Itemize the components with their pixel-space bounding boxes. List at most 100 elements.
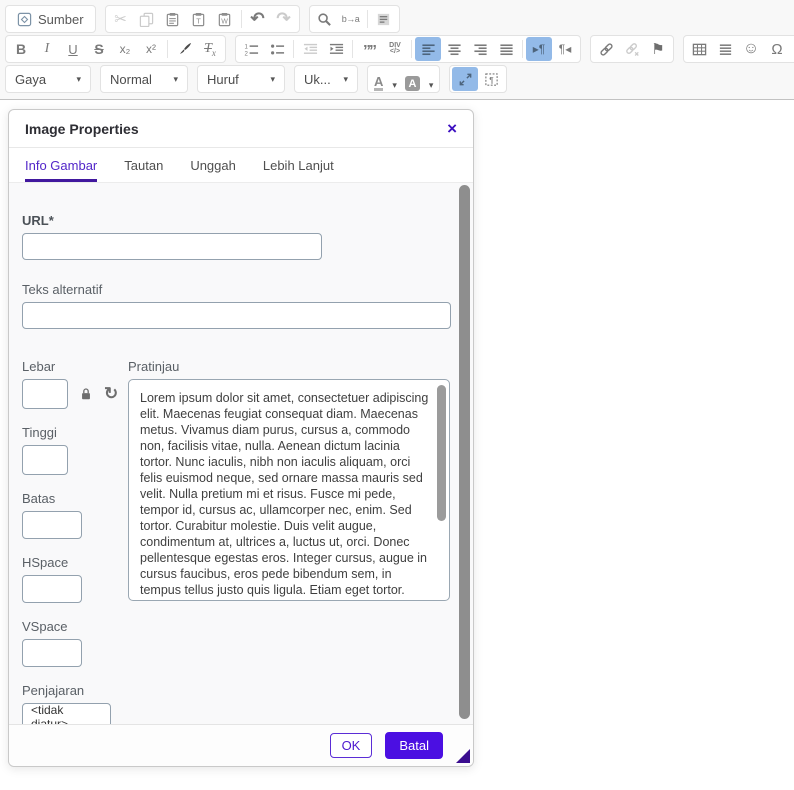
- bulleted-list-icon: [270, 42, 285, 57]
- ltr-icon: ▸¶: [532, 42, 546, 56]
- div-container-button[interactable]: DIV </>: [382, 37, 408, 61]
- subscript-icon: x₂: [119, 42, 131, 56]
- font-combo[interactable]: Huruf ▾: [197, 65, 285, 93]
- height-label: Tinggi: [22, 425, 57, 440]
- maximize-icon: [458, 72, 473, 87]
- paste-button[interactable]: [160, 7, 186, 31]
- preview-scrollbar[interactable]: [437, 385, 446, 521]
- tab-lebih-lanjut[interactable]: Lebih Lanjut: [263, 158, 334, 182]
- chevron-down-icon: ▾: [392, 80, 397, 90]
- paste-from-word-button[interactable]: [212, 7, 238, 31]
- anchor-button[interactable]: ⚑: [645, 37, 671, 61]
- width-input[interactable]: [22, 379, 68, 409]
- lock-ratio-button[interactable]: [79, 387, 93, 401]
- numbered-list-button[interactable]: [238, 37, 264, 61]
- styles-combo-label: Gaya: [15, 71, 47, 87]
- width-field-group: Lebar ↻: [22, 359, 128, 409]
- redo-button[interactable]: ↷: [271, 7, 297, 31]
- copy-formatting-button[interactable]: [171, 37, 197, 61]
- reset-size-button[interactable]: ↻: [104, 384, 119, 403]
- text-color-button[interactable]: A ▾: [370, 67, 401, 91]
- ok-button[interactable]: OK: [329, 733, 373, 758]
- dialog-body: URL* Teks alternatif Lebar ↻ Tinggi Bata…: [9, 182, 473, 724]
- select-all-button[interactable]: [371, 7, 397, 31]
- undo-button[interactable]: ↶: [245, 7, 271, 31]
- superscript-button[interactable]: x²: [138, 37, 164, 61]
- smiley-button[interactable]: ☺: [738, 37, 764, 61]
- dialog-footer: OK Batal: [9, 724, 473, 766]
- align-right-button[interactable]: [467, 37, 493, 61]
- redo-icon: ↷: [276, 9, 291, 28]
- blockquote-button[interactable]: ””: [356, 37, 382, 61]
- alignment-select[interactable]: <tidak diatur>: [22, 703, 111, 724]
- separator: [411, 40, 412, 58]
- border-input[interactable]: [22, 511, 82, 539]
- bold-button[interactable]: B: [8, 37, 34, 61]
- insert-table-button[interactable]: [686, 37, 712, 61]
- source-button[interactable]: Sumber: [8, 7, 93, 31]
- replace-button[interactable]: b→a: [338, 7, 364, 31]
- border-field-group: Batas: [22, 491, 128, 539]
- alignment-label: Penjajaran: [22, 683, 85, 698]
- preview-text: Lorem ipsum dolor sit amet, consectetuer…: [140, 391, 429, 600]
- dimensions-column: Lebar ↻ Tinggi Batas HSpace VSpace Penja…: [22, 359, 128, 724]
- page-break-button[interactable]: [790, 37, 794, 61]
- italic-button[interactable]: I: [34, 37, 60, 61]
- cancel-button[interactable]: Batal: [385, 732, 443, 759]
- tab-tautan[interactable]: Tautan: [124, 158, 163, 182]
- format-combo[interactable]: Normal ▾: [100, 65, 188, 93]
- align-center-button[interactable]: [441, 37, 467, 61]
- url-input[interactable]: [22, 233, 322, 260]
- size-combo[interactable]: Uk... ▾: [294, 65, 358, 93]
- background-color-icon: A: [404, 76, 420, 91]
- copy-button[interactable]: [134, 7, 160, 31]
- underline-button[interactable]: U: [60, 37, 86, 61]
- height-input[interactable]: [22, 445, 68, 475]
- close-icon[interactable]: ×: [447, 120, 457, 137]
- smiley-icon: ☺: [742, 40, 760, 57]
- separator: [167, 40, 168, 58]
- dialog-header: Image Properties ×: [9, 110, 473, 148]
- tab-info-gambar[interactable]: Info Gambar: [25, 158, 98, 182]
- find-button[interactable]: [312, 7, 338, 31]
- align-left-button[interactable]: [415, 37, 441, 61]
- indent-icon: [329, 42, 344, 57]
- text-direction-rtl-button[interactable]: ¶◂: [552, 37, 578, 61]
- decrease-indent-button[interactable]: [297, 37, 323, 61]
- special-character-button[interactable]: Ω: [764, 37, 790, 61]
- link-button[interactable]: [593, 37, 619, 61]
- rich-text-editor: Sumber ✂ ↶ ↷ b→a B I U S x₂ x² Tx ”” DIV…: [0, 0, 794, 790]
- unlink-button[interactable]: [619, 37, 645, 61]
- table-icon: [692, 42, 707, 57]
- increase-indent-button[interactable]: [323, 37, 349, 61]
- remove-format-button[interactable]: Tx: [197, 37, 223, 61]
- find-group: b→a: [308, 5, 400, 33]
- outdent-icon: [303, 42, 318, 57]
- hspace-input[interactable]: [22, 575, 82, 603]
- paste-as-text-button[interactable]: [186, 7, 212, 31]
- maximize-button[interactable]: [452, 67, 479, 91]
- dialog-resize-handle[interactable]: [456, 749, 470, 763]
- text-direction-ltr-button[interactable]: ▸¶: [526, 37, 552, 61]
- subscript-button[interactable]: x₂: [112, 37, 138, 61]
- strikethrough-button[interactable]: S: [86, 37, 112, 61]
- reset-icon: ↻: [104, 384, 119, 403]
- editor-toolbar: Sumber ✂ ↶ ↷ b→a B I U S x₂ x² Tx ”” DIV…: [0, 0, 794, 100]
- editor-content-area[interactable]: Image Properties × Info Gambar Tautan Un…: [0, 100, 794, 790]
- tab-unggah[interactable]: Unggah: [190, 158, 236, 182]
- background-color-button[interactable]: A ▾: [401, 67, 438, 91]
- align-justify-button[interactable]: [493, 37, 519, 61]
- styles-combo[interactable]: Gaya ▾: [5, 65, 91, 93]
- format-combo-label: Normal: [110, 71, 152, 87]
- alt-text-input[interactable]: [22, 302, 451, 329]
- dialog-tabs: Info Gambar Tautan Unggah Lebih Lanjut: [9, 148, 473, 182]
- dialog-scrollbar[interactable]: [459, 185, 470, 719]
- blockquote-icon: ””: [363, 43, 377, 60]
- basicstyles-group: B I U S x₂ x² Tx: [5, 35, 226, 63]
- vspace-input[interactable]: [22, 639, 82, 667]
- horizontal-rule-button[interactable]: [712, 37, 738, 61]
- bulleted-list-button[interactable]: [264, 37, 290, 61]
- show-blocks-button[interactable]: [478, 67, 504, 91]
- toolbar-row-2: B I U S x₂ x² Tx ”” DIV </> ▸¶ ¶◂ ⚑ ☺ Ω: [3, 34, 794, 64]
- cut-button[interactable]: ✂: [108, 7, 134, 31]
